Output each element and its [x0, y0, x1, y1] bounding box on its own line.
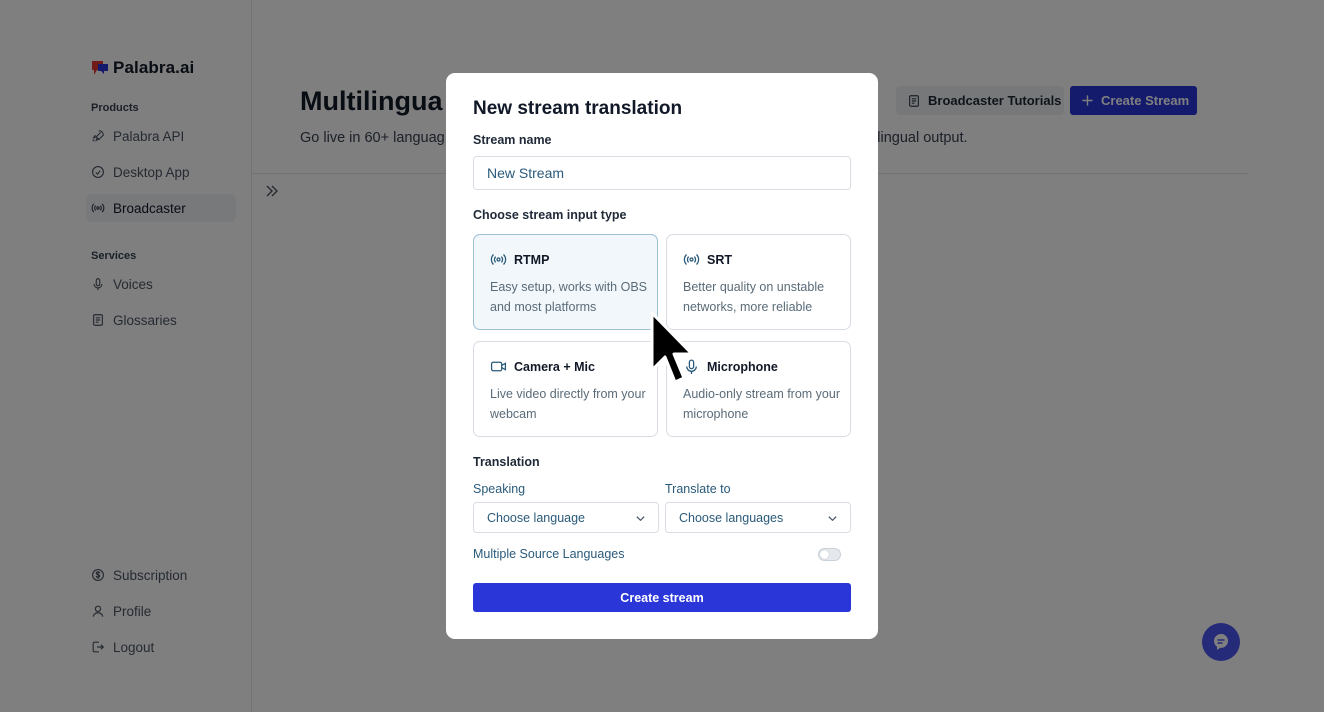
- card-description: Audio-only stream from your microphone: [683, 387, 841, 421]
- stream-name-input[interactable]: [473, 156, 851, 190]
- camera-icon: [490, 361, 507, 372]
- translate-to-label: Translate to: [665, 482, 731, 496]
- broadcast-icon: [683, 254, 700, 265]
- translate-to-languages-select[interactable]: Choose languages: [665, 502, 851, 533]
- chevron-down-icon: [828, 516, 837, 522]
- speaking-language-select[interactable]: Choose language: [473, 502, 659, 533]
- card-description: Easy setup, works with OBS and most plat…: [490, 280, 648, 314]
- create-stream-button[interactable]: Create stream: [473, 583, 851, 612]
- card-description: Better quality on unstable networks, mor…: [683, 280, 825, 314]
- multiple-source-languages-label: Multiple Source Languages: [473, 547, 625, 561]
- input-type-card-camera[interactable]: Camera + Mic Live video directly from yo…: [473, 341, 658, 437]
- card-title: Microphone: [707, 359, 778, 374]
- card-description: Live video directly from your webcam: [490, 387, 646, 421]
- select-placeholder: Choose languages: [679, 510, 784, 525]
- speaking-label: Speaking: [473, 482, 526, 496]
- input-type-label: Choose stream input type: [473, 208, 627, 222]
- card-title: RTMP: [514, 252, 550, 267]
- input-type-card-rtmp[interactable]: RTMP Easy setup, works with OBS and most…: [473, 234, 658, 330]
- multiple-source-languages-toggle[interactable]: [818, 548, 841, 561]
- card-title: Camera + Mic: [514, 359, 595, 374]
- stream-name-label: Stream name: [473, 133, 552, 147]
- broadcast-icon: [490, 254, 507, 265]
- chevron-down-icon: [636, 516, 645, 522]
- select-placeholder: Choose language: [487, 510, 585, 525]
- toggle-knob: [820, 550, 829, 559]
- modal-title: New stream translation: [473, 98, 683, 119]
- card-title: SRT: [707, 252, 732, 267]
- translation-label: Translation: [473, 455, 540, 469]
- mouse-cursor-icon: [650, 311, 694, 384]
